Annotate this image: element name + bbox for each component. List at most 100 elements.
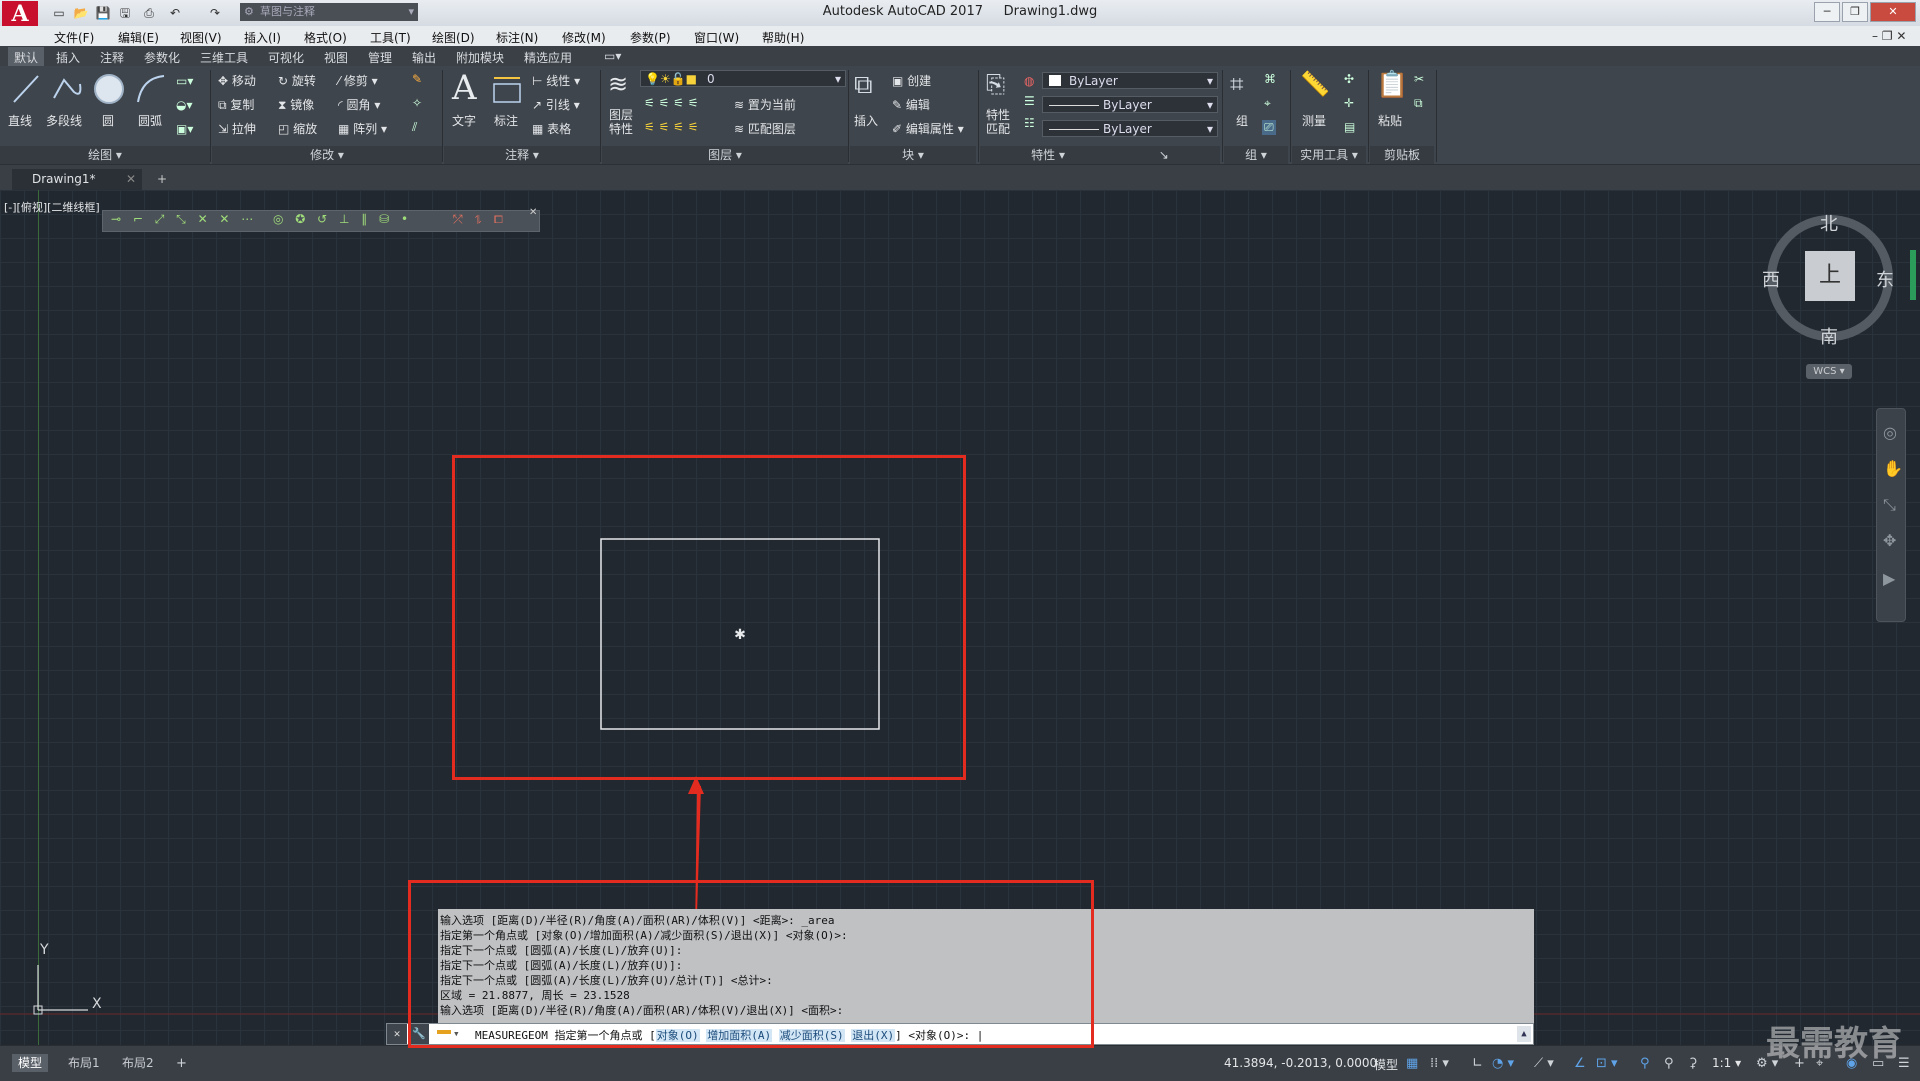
measure-icon[interactable]: 📏 [1300,70,1330,98]
undo-icon[interactable]: ↶ [166,4,184,22]
tab-layout2[interactable]: 布局2 [116,1054,160,1072]
open-file-icon[interactable]: 📂 [72,4,90,22]
print-icon[interactable]: ⎙ [140,4,158,22]
calculator-icon[interactable]: ▤ [1344,120,1355,134]
copy-clip-icon[interactable]: ⧉ [1414,96,1423,111]
save-as-icon[interactable]: 🖫 [116,4,134,22]
tab-model[interactable]: 模型 [12,1054,49,1072]
new-file-icon[interactable]: ▭ [50,4,68,22]
tab-addins[interactable]: 附加模块 [456,49,504,66]
close-button[interactable]: ✕ [1870,2,1916,22]
mirror-button[interactable]: ⧗ 镜像 [278,96,314,113]
edit-block-button[interactable]: ✎ 编辑 [892,96,930,113]
menu-help[interactable]: 帮助(H) [762,29,804,46]
paste-button[interactable]: 粘贴 [1378,112,1402,129]
auto-scale-icon[interactable]: ⚲ [1664,1056,1674,1071]
trim-button[interactable]: ⁄ 修剪 ▾ [338,72,378,89]
insert-button[interactable]: 插入 [854,112,878,129]
draw-panel-title[interactable]: 绘图 ▾ [0,146,210,164]
ortho-icon[interactable]: ∟ [1472,1056,1483,1071]
doc-window-controls[interactable]: – ❐ ✕ [1872,29,1906,43]
clipboard-panel-title[interactable]: 剪贴板 [1370,146,1434,164]
match-layer-button[interactable]: ≋ 匹配图层 [734,120,796,137]
properties-panel-title[interactable]: 特性 ▾ ↘ [980,146,1220,164]
group-edit-icon[interactable]: ⌖ [1264,96,1271,111]
layer-properties-icon[interactable]: ≋ [608,70,628,98]
text-button[interactable]: 文字 [452,112,476,129]
tab-parametric[interactable]: 参数化 [144,49,180,66]
orbit-icon[interactable]: ✥ [1883,531,1896,550]
minimize-button[interactable]: ─ [1814,2,1840,22]
table-button[interactable]: ▦ 表格 [532,120,571,137]
add-layout-icon[interactable]: + [176,1056,187,1071]
dimension-button[interactable]: 标注 [494,112,518,129]
object-snap-icon[interactable]: ⊡ ▾ [1596,1056,1618,1071]
arc-icon[interactable] [134,72,168,106]
lineweight-dropdown[interactable]: ByLayer ▾ [1042,120,1218,137]
isometric-icon[interactable]: ⟋ ▾ [1534,1056,1554,1071]
tab-manage[interactable]: 管理 [368,49,392,66]
group-icon[interactable]: ⌗ [1230,70,1244,98]
workspace-dropdown[interactable]: ⚙ 草图与注释 ▾ [240,3,418,21]
model-space-toggle[interactable]: 模型 [1374,1056,1398,1073]
group-button[interactable]: 组 [1236,112,1248,129]
array-button[interactable]: ▦ 阵列 ▾ [338,120,387,137]
menu-edit[interactable]: 编辑(E) [118,29,159,46]
command-history-toggle-icon[interactable]: ▲ [1517,1026,1531,1042]
wcs-menu[interactable]: WCS ▾ [1806,364,1852,379]
menu-parametric[interactable]: 参数(P) [630,29,671,46]
line-button[interactable]: 直线 [8,112,32,129]
annotation-visibility-icon[interactable]: ⚲ [1640,1056,1650,1071]
line-icon[interactable] [10,72,42,106]
edit-attributes-button[interactable]: ✐ 编辑属性 ▾ [892,120,964,137]
menu-window[interactable]: 窗口(W) [694,29,739,46]
application-menu-button[interactable]: A [2,1,38,27]
polar-tracking-icon[interactable]: ◔ ▾ [1492,1056,1514,1071]
color-dropdown[interactable]: ByLayer ▾ [1042,72,1218,89]
tab-view[interactable]: 视图 [324,49,348,66]
restore-button[interactable]: ❐ [1842,2,1868,22]
region-icon[interactable]: ▣▾ [176,122,193,136]
menu-view[interactable]: 视图(V) [180,29,222,46]
tab-annotate[interactable]: 注释 [100,49,124,66]
zoom-extents-icon[interactable]: ⤡ [1883,495,1896,515]
file-tab-drawing1[interactable]: Drawing1* ✕ [12,169,142,190]
linetype-dropdown[interactable]: ByLayer ▾ [1042,96,1218,113]
tab-layout1[interactable]: 布局1 [62,1054,106,1072]
paste-icon[interactable]: 📋 [1376,70,1408,100]
viewcube-top-face[interactable]: 上 [1805,251,1855,301]
menu-draw[interactable]: 绘图(D) [432,29,475,46]
coordinates-readout[interactable]: 41.3894, -0.2013, 0.0000 [1224,1056,1377,1070]
rectangle-icon[interactable]: ▭▾ [176,74,193,88]
id-point-icon[interactable]: ✛ [1344,96,1354,110]
layer-dropdown[interactable]: 💡☀🔓■ 0 ▾ [640,70,846,87]
menu-tools[interactable]: 工具(T) [370,29,411,46]
leader-button[interactable]: ↗ 引线 ▾ [532,96,580,113]
save-icon[interactable]: 💾 [94,4,112,22]
text-icon[interactable]: A [452,68,477,108]
arc-button[interactable]: 圆弧 [138,112,162,129]
group-panel-title[interactable]: 组 ▾ [1224,146,1288,164]
insert-block-icon[interactable]: ⧉ [854,70,873,101]
tab-home[interactable]: 默认 [8,47,45,68]
dimension-icon[interactable] [490,74,524,106]
pan-icon[interactable]: ✋ [1883,459,1903,478]
set-current-button[interactable]: ≋ 置为当前 [734,96,796,113]
ungroup-icon[interactable]: ⌘ [1264,72,1276,86]
menu-modify[interactable]: 修改(M) [562,29,606,46]
rotate-button[interactable]: ↻ 旋转 [278,72,316,89]
steering-wheel-icon[interactable]: ◎ [1883,423,1897,442]
layer-tool-icons-row2[interactable]: ⚟ ⚟ ⚟ ⚟ [644,120,698,134]
circle-icon[interactable] [92,72,126,106]
layer-properties-button[interactable]: 图层特性 [606,108,636,136]
dialog-launcher-icon[interactable]: ↘ [1159,148,1169,162]
polyline-icon[interactable] [50,72,86,106]
redo-icon[interactable]: ↷ [206,4,224,22]
snap-mode-icon[interactable]: ⁞⁞ ▾ [1430,1056,1449,1071]
linear-button[interactable]: ⊢ 线性 ▾ [532,72,580,89]
explode-icon[interactable]: ✧ [412,96,422,110]
annotation-scale-dropdown[interactable]: 1:1 ▾ [1712,1056,1741,1070]
move-button[interactable]: ✥ 移动 [218,72,256,89]
modify-panel-title[interactable]: 修改 ▾ [212,146,442,164]
measure-button[interactable]: 测量 [1302,112,1326,129]
